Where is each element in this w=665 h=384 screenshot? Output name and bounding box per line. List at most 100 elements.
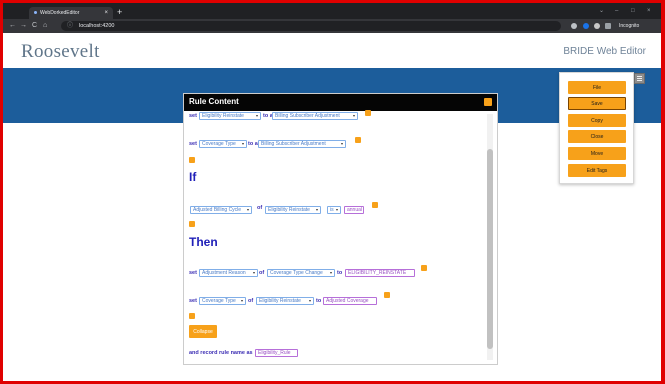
hamburger-line <box>637 76 642 77</box>
address-bar[interactable]: ⓘ localhost:4200 <box>61 21 561 31</box>
field-dropdown[interactable]: Eligibility Reinstate ▾ <box>199 112 261 120</box>
condition-source-dropdown[interactable]: Eligibility Reinstate ▾ <box>265 206 321 214</box>
set-keyword: set <box>189 270 197 276</box>
action-field-dropdown[interactable]: Adjustment Reason ▾ <box>199 269 258 277</box>
chevron-down-icon: ▾ <box>252 270 255 275</box>
dropdown-value: Eligibility Reinstate <box>202 113 244 119</box>
tab-favicon-icon <box>34 11 37 14</box>
dropdown-value: Coverage Type Change <box>270 270 323 276</box>
dropdown-value: is <box>330 207 334 213</box>
add-statement-button[interactable] <box>355 137 361 143</box>
add-condition-button[interactable] <box>372 202 378 208</box>
forward-arrow-icon[interactable]: → <box>20 21 27 31</box>
site-info-icon[interactable]: ⓘ <box>67 22 73 30</box>
extension-blue-icon[interactable] <box>583 23 589 29</box>
action-menu: File Save Copy Close Move Edit Tags <box>559 72 634 184</box>
browser-tab-strip: WebDorkedEditor × + ⌄ – □ × <box>3 3 661 19</box>
collapse-button[interactable]: Collapse <box>189 325 217 338</box>
dropdown-value: Eligibility Reinstate <box>268 207 310 213</box>
dropdown-value: Billing Subscriber Adjustment <box>261 141 326 147</box>
tab-close-icon[interactable]: × <box>104 7 108 19</box>
company-logo: Roosevelt <box>21 41 100 62</box>
menu-close-button[interactable]: Close <box>568 130 626 143</box>
add-action-button[interactable] <box>189 313 195 319</box>
rule-content-panel: Rule Content <box>184 94 497 364</box>
rule-name-input[interactable]: Eligibility_Rule <box>255 349 298 357</box>
chevron-down-icon: ▾ <box>255 113 258 118</box>
field-dropdown[interactable]: Coverage Type ▾ <box>199 140 247 148</box>
dropdown-value: Adjustment Reason <box>202 270 246 276</box>
chevron-down-icon: ▾ <box>329 270 332 275</box>
dropdown-value: Billing Subscriber Adjustment <box>275 113 340 119</box>
target-dropdown[interactable]: Billing Subscriber Adjustment ▾ <box>272 112 358 120</box>
extension-gear-icon[interactable] <box>571 23 577 29</box>
chevron-down-icon: ▾ <box>241 141 244 146</box>
browser-tab[interactable]: WebDorkedEditor × <box>29 7 113 19</box>
panel-title: Rule Content <box>189 97 239 106</box>
of-keyword: of <box>248 298 254 304</box>
hamburger-line <box>637 78 642 79</box>
side-panel-icon[interactable] <box>605 23 611 29</box>
record-rule-label: and record rule name as <box>189 350 253 356</box>
panel-options-button[interactable] <box>484 98 492 106</box>
menu-copy-button[interactable]: Copy <box>568 114 626 127</box>
of-keyword: of <box>259 270 265 276</box>
new-tab-icon[interactable]: + <box>117 8 122 17</box>
reload-icon[interactable]: C <box>32 21 37 31</box>
to-keyword: to <box>316 298 322 304</box>
add-statement-button[interactable] <box>365 110 371 116</box>
action-value-input[interactable]: Adjusted Coverage <box>323 297 377 305</box>
operator-dropdown[interactable]: is ▾ <box>327 206 341 214</box>
chevron-down-icon: ▾ <box>240 298 243 303</box>
chevron-down-icon: ▾ <box>352 113 355 118</box>
chevron-down-icon: ▾ <box>315 207 318 212</box>
url-text[interactable]: localhost:4200 <box>79 21 114 31</box>
to-keyword: to <box>337 270 343 276</box>
menu-move-button[interactable]: Move <box>568 147 626 160</box>
dropdown-value: Adjusted Billing Cycle <box>193 207 242 213</box>
window-close-icon[interactable]: × <box>647 7 651 15</box>
extension-puzzle-icon[interactable] <box>594 23 600 29</box>
condition-field-dropdown[interactable]: Adjusted Billing Cycle ▾ <box>190 206 252 214</box>
scrollbar-thumb[interactable] <box>487 149 493 349</box>
action-source-dropdown[interactable]: Eligibility Reinstate ▾ <box>256 297 314 305</box>
hamburger-line <box>637 80 642 81</box>
editor-title: BRIDE Web Editor <box>563 46 646 57</box>
panel-header: Rule Content <box>184 94 497 111</box>
add-statement-button[interactable] <box>189 157 195 163</box>
chevron-down-icon: ▾ <box>308 298 311 303</box>
set-keyword: set <box>189 141 197 147</box>
back-arrow-icon[interactable]: ← <box>9 21 16 31</box>
action-field-dropdown[interactable]: Coverage Type ▾ <box>199 297 246 305</box>
app-header: Roosevelt BRIDE Web Editor <box>3 33 661 68</box>
set-keyword: set <box>189 298 197 304</box>
set-keyword: set <box>189 113 197 119</box>
tab-search-chevron-icon[interactable]: ⌄ <box>599 7 604 15</box>
chevron-down-icon: ▾ <box>340 141 343 146</box>
menu-save-button[interactable]: Save <box>568 97 626 110</box>
minimize-icon[interactable]: – <box>615 7 618 15</box>
to-keyword: to a <box>248 141 258 147</box>
then-heading: Then <box>189 235 218 249</box>
browser-toolbar: ← → C ⌂ ⓘ localhost:4200 Incognito <box>3 19 661 33</box>
condition-value-input[interactable]: annual <box>344 206 364 214</box>
add-action-button[interactable] <box>384 292 390 298</box>
home-icon[interactable]: ⌂ <box>43 21 47 31</box>
add-action-button[interactable] <box>421 265 427 271</box>
if-heading: If <box>189 170 197 184</box>
panel-scrollbar[interactable] <box>487 114 493 360</box>
dropdown-value: Coverage Type <box>202 298 236 304</box>
action-source-dropdown[interactable]: Coverage Type Change ▾ <box>267 269 335 277</box>
hamburger-menu-icon[interactable] <box>634 73 645 84</box>
action-value-input[interactable]: ELIGIBILITY_REINSTATE <box>345 269 415 277</box>
incognito-label[interactable]: Incognito <box>619 21 639 31</box>
menu-edit-tags-button[interactable]: Edit Tags <box>568 164 626 177</box>
dropdown-value: Eligibility Reinstate <box>259 298 301 304</box>
tab-title: WebDorkedEditor <box>40 10 80 16</box>
chevron-down-icon: ▾ <box>335 207 338 212</box>
of-keyword: of <box>257 205 263 211</box>
menu-file-button[interactable]: File <box>568 81 626 94</box>
restore-icon[interactable]: □ <box>631 7 635 15</box>
add-condition-button[interactable] <box>189 221 195 227</box>
target-dropdown[interactable]: Billing Subscriber Adjustment ▾ <box>258 140 346 148</box>
